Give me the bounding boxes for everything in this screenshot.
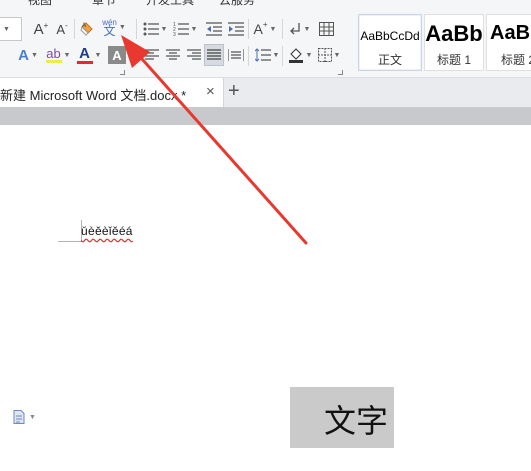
clear-format-icon: A	[80, 22, 93, 36]
font-color-icon: A	[79, 44, 90, 62]
document-tab-title: 新建 Microsoft Word 文档.docx *	[0, 88, 187, 103]
align-right-button[interactable]	[185, 44, 203, 66]
text-effect-button[interactable]: A ▼	[14, 44, 42, 66]
table-button[interactable]	[316, 18, 336, 40]
justify-button[interactable]	[204, 44, 224, 66]
show-hide-marks-button[interactable]: ▼	[288, 18, 312, 40]
char-shading-button[interactable]: A	[108, 46, 126, 64]
chevron-down-icon: ▼	[272, 51, 280, 59]
increase-icon: +	[43, 20, 49, 30]
style-heading-2[interactable]: AaB 标题 2	[486, 14, 531, 71]
align-center-button[interactable]	[164, 44, 182, 66]
line-spacing-button[interactable]: ▼	[253, 44, 281, 66]
align-left-button[interactable]	[143, 44, 161, 66]
text-effect-icon: A	[18, 46, 29, 64]
increase-indent-icon	[228, 22, 244, 36]
chevron-down-icon: ▼	[3, 26, 10, 33]
font-dialog-launcher[interactable]	[120, 70, 125, 75]
decrease-indent-icon	[206, 22, 222, 36]
paragraph-mark-icon	[289, 23, 300, 35]
chevron-down-icon: ▼	[160, 25, 168, 33]
bullets-icon	[143, 22, 159, 36]
phonetic-guide-icon: wén 文	[102, 18, 117, 38]
style-normal[interactable]: AaBbCcDd 正文	[358, 14, 422, 71]
phonetic-guide-button[interactable]: wén 文 ▼	[99, 16, 129, 38]
highlighter-icon: ab	[45, 45, 62, 63]
chevron-down-icon: ▼	[29, 413, 36, 421]
font-size-combo[interactable]: ▼	[0, 17, 22, 41]
document-canvas[interactable]: ǔèěèǐěéá ▼ 文字	[0, 107, 531, 471]
chevron-down-icon: ▼	[63, 51, 71, 59]
svg-text:3: 3	[173, 32, 176, 36]
decrease-indent-button[interactable]	[204, 18, 224, 40]
chevron-down-icon: ▼	[303, 25, 311, 33]
chevron-down-icon: ▼	[94, 51, 102, 59]
table-icon	[318, 22, 334, 36]
menu-developer-tools[interactable]: 开发工具	[146, 0, 194, 8]
justify-icon	[207, 49, 221, 60]
chevron-down-icon: ▼	[30, 51, 38, 59]
svg-text:A: A	[82, 23, 86, 29]
menu-bar: 视图 章节 开发工具 云服务	[0, 0, 531, 8]
chinese-layout-icon: A	[253, 21, 263, 37]
numbering-button[interactable]: 123 ▼	[171, 18, 199, 40]
shading-button[interactable]: ▼	[286, 44, 314, 66]
decrease-icon: -	[65, 20, 68, 30]
close-icon[interactable]: ×	[206, 83, 215, 100]
font-color-button[interactable]: A ▼	[74, 44, 104, 66]
wps-writer-window: 视图 章节 开发工具 云服务 ▼ A + A- A wén 文 ▼ ▼ 1 2 …	[0, 0, 531, 471]
borders-button[interactable]: ▼	[316, 44, 342, 66]
menu-cloud-service[interactable]: 云服务	[219, 0, 255, 8]
new-tab-button[interactable]: +	[228, 80, 240, 103]
paragraph-dialog-launcher[interactable]	[338, 70, 343, 75]
chevron-down-icon: ▼	[190, 25, 198, 33]
paragraph-layout-icon	[13, 410, 25, 424]
distributed-icon	[228, 49, 244, 61]
style-gallery: AaBbCcDd 正文 AaBb 标题 1 AaB 标题 2	[358, 14, 531, 71]
chevron-down-icon: ▼	[118, 23, 126, 31]
preview-text: 文字	[324, 402, 389, 440]
style-heading-1[interactable]: AaBb 标题 1	[424, 14, 484, 71]
bullets-button[interactable]: ▼	[141, 18, 169, 40]
paragraph-handle-button[interactable]: ▼	[13, 408, 43, 426]
document-body-text[interactable]: ǔèěèǐěéá	[81, 224, 133, 238]
text-preview-box: 文字	[290, 387, 394, 448]
page-top-strip	[0, 107, 531, 125]
document-tab-bar: 新建 Microsoft Word 文档.docx * × +	[0, 77, 531, 108]
highlight-button[interactable]: ab ▼	[43, 44, 73, 66]
ribbon-toolbar: ▼ A + A- A wén 文 ▼ ▼ 123 ▼ A + ▼ ▼ A ▼ a…	[0, 8, 531, 77]
paint-bucket-icon	[288, 47, 303, 63]
align-left-icon	[145, 49, 159, 60]
menu-chapter[interactable]: 章节	[92, 0, 116, 8]
borders-icon	[317, 48, 332, 62]
increase-indent-button[interactable]	[226, 18, 246, 40]
document-tab[interactable]: 新建 Microsoft Word 文档.docx * ×	[0, 78, 224, 108]
chevron-down-icon: ▼	[305, 51, 313, 59]
shrink-font-button[interactable]: A-	[52, 18, 72, 40]
chevron-down-icon: ▼	[333, 51, 341, 59]
line-spacing-icon	[254, 48, 271, 62]
menu-view[interactable]: 视图	[28, 0, 52, 8]
align-center-icon	[166, 49, 180, 60]
chevron-down-icon: ▼	[269, 25, 277, 33]
numbering-icon: 123	[173, 22, 189, 36]
clear-format-button[interactable]: A	[77, 18, 97, 40]
grow-font-button[interactable]: A +	[31, 18, 51, 40]
distributed-button[interactable]	[226, 44, 246, 66]
align-right-icon	[187, 49, 201, 60]
page-margin-corner	[58, 220, 82, 242]
chinese-layout-button[interactable]: A + ▼	[252, 18, 278, 40]
